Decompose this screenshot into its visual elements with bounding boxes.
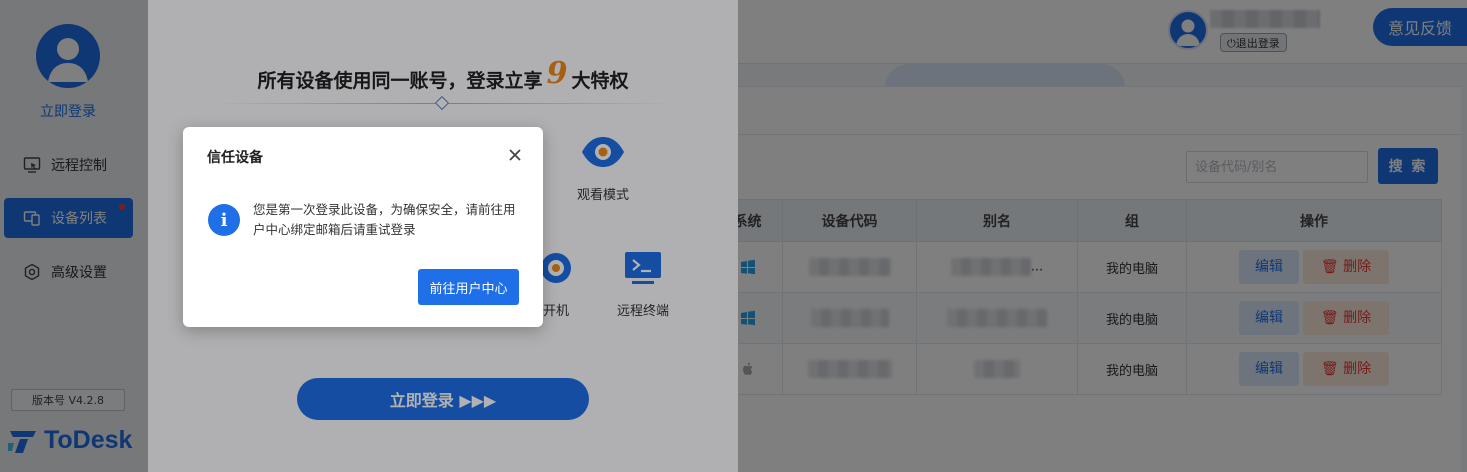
- dialog-title: 信任设备: [207, 150, 263, 166]
- info-icon: i: [208, 204, 240, 236]
- dialog-message: 您是第一次登录此设备，为确保安全，请前往用户中心绑定邮箱后请重试登录: [253, 202, 516, 237]
- trust-device-dialog: 信任设备 i 您是第一次登录此设备，为确保安全，请前往用户中心绑定邮箱后请重试登…: [183, 127, 543, 327]
- go-user-center-button[interactable]: 前往用户中心: [418, 269, 519, 305]
- close-icon[interactable]: [505, 145, 525, 165]
